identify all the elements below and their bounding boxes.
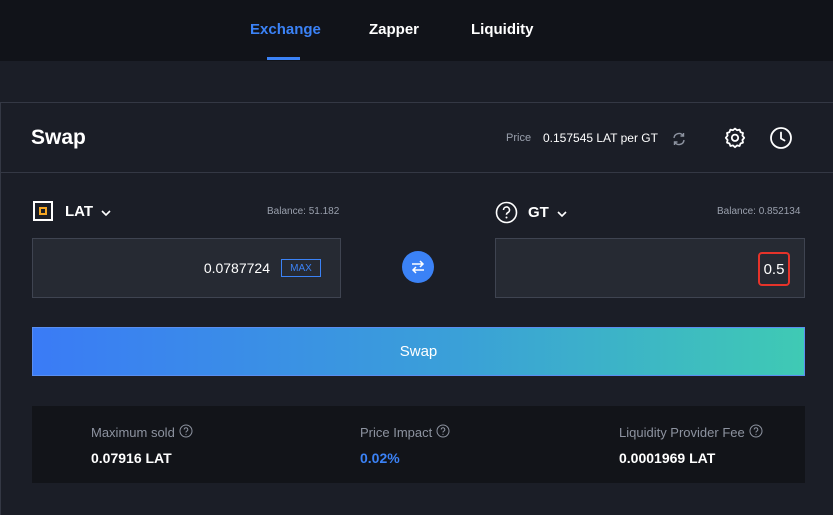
to-balance: Balance: 0.852134 xyxy=(717,206,801,217)
lp-fee-value: 0.0001969 LAT xyxy=(619,450,716,466)
help-icon[interactable] xyxy=(749,424,763,441)
to-amount-field[interactable]: 0.5 xyxy=(495,238,805,298)
chevron-down-icon xyxy=(557,204,567,221)
tab-zapper[interactable]: Zapper xyxy=(369,21,419,38)
clock-icon[interactable] xyxy=(769,126,793,150)
trade-info-panel: Maximum sold 0.07916 LAT Price Impact 0.… xyxy=(32,406,805,483)
max-sold-info: Maximum sold 0.07916 LAT xyxy=(91,424,193,466)
tab-exchange[interactable]: Exchange xyxy=(250,21,321,38)
to-amount-value: 0.5 xyxy=(758,252,790,286)
max-button[interactable]: MAX xyxy=(281,259,321,277)
page-title: Swap xyxy=(31,126,86,149)
from-balance: Balance: 51.182 xyxy=(267,206,340,217)
help-icon[interactable] xyxy=(179,424,193,441)
active-tab-indicator xyxy=(267,57,300,60)
from-amount-value: 0.0787724 xyxy=(203,260,270,276)
gear-icon[interactable] xyxy=(723,126,747,150)
price-impact-label: Price Impact xyxy=(360,425,433,440)
price-value: 0.157545 LAT per GT xyxy=(543,131,658,145)
tab-liquidity[interactable]: Liquidity xyxy=(471,21,534,38)
to-token-selector[interactable]: GT xyxy=(495,201,567,224)
swap-arrows-icon xyxy=(410,260,426,274)
max-sold-label: Maximum sold xyxy=(91,425,175,440)
price-label: Price xyxy=(506,132,532,144)
price-impact-info: Price Impact 0.02% xyxy=(360,424,450,466)
price-impact-value: 0.02% xyxy=(360,450,400,466)
from-token-selector[interactable]: LAT xyxy=(33,201,111,221)
swap-button[interactable]: Swap xyxy=(32,327,805,376)
max-sold-value: 0.07916 LAT xyxy=(91,450,172,466)
to-token-symbol: GT xyxy=(528,204,549,221)
from-token-symbol: LAT xyxy=(65,202,94,220)
top-nav: Exchange Zapper Liquidity xyxy=(0,0,833,61)
swap-card: Swap Price 0.157545 LAT per GT LAT Balan… xyxy=(0,102,833,515)
lat-token-icon xyxy=(33,201,53,221)
question-circle-icon xyxy=(495,201,518,224)
lp-fee-info: Liquidity Provider Fee 0.0001969 LAT xyxy=(619,424,763,466)
swap-direction-button[interactable] xyxy=(402,251,434,283)
refresh-icon[interactable] xyxy=(671,131,687,147)
chevron-down-icon xyxy=(101,203,111,220)
lp-fee-label: Liquidity Provider Fee xyxy=(619,425,745,440)
from-amount-field[interactable]: 0.0787724 MAX xyxy=(32,238,341,298)
swap-header: Swap Price 0.157545 LAT per GT xyxy=(1,103,833,173)
help-icon[interactable] xyxy=(436,424,450,441)
